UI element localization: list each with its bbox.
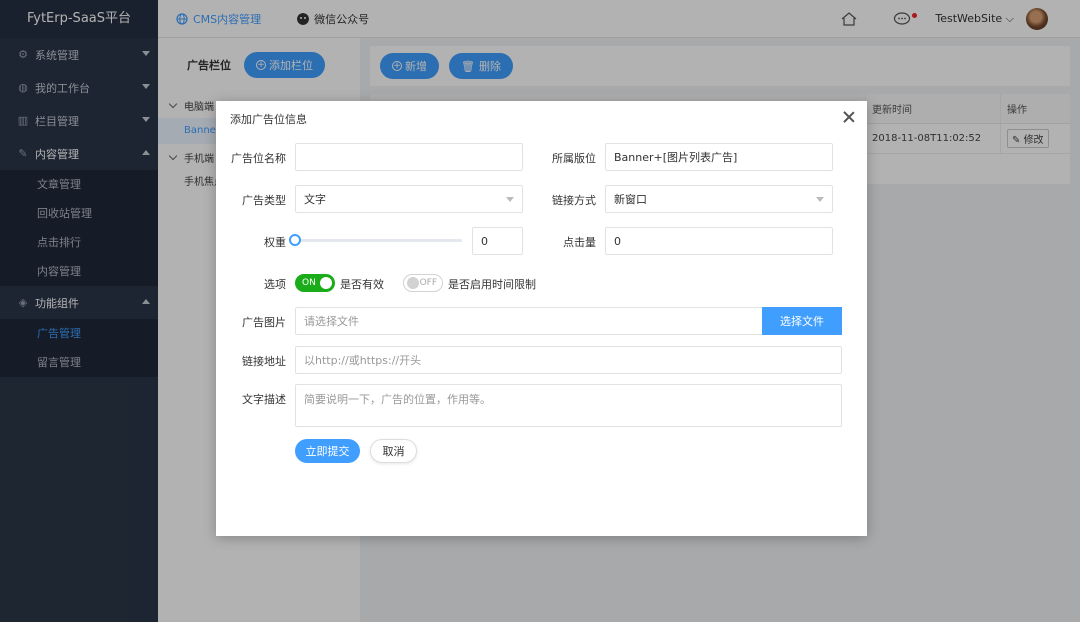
toggle-knob: [320, 277, 332, 289]
url-label: 链接地址: [242, 355, 286, 368]
select-value: 文字: [304, 193, 326, 206]
type-label: 广告类型: [242, 194, 286, 207]
add-ad-dialog: 添加广告位信息 广告位名称 所属版位 Banner+[图片列表广告] 广告类型 …: [216, 101, 867, 536]
close-icon[interactable]: [843, 111, 855, 123]
desc-label: 文字描述: [242, 393, 286, 406]
desc-textarea[interactable]: 简要说明一下，广告的位置，作用等。: [295, 384, 842, 427]
valid-toggle[interactable]: ON: [295, 274, 335, 292]
link-mode-label: 链接方式: [552, 194, 596, 207]
clicks-label: 点击量: [563, 236, 596, 249]
valid-toggle-label: 是否有效: [340, 278, 384, 291]
options-label: 选项: [264, 278, 286, 291]
clicks-input[interactable]: 0: [605, 227, 833, 255]
select-value: 新窗口: [614, 193, 647, 206]
weight-input[interactable]: 0: [472, 227, 523, 255]
toggle-knob: [407, 277, 419, 289]
time-limit-toggle-label: 是否启用时间限制: [448, 278, 536, 291]
toggle-text: OFF: [419, 278, 437, 288]
image-label: 广告图片: [242, 316, 286, 329]
weight-label: 权重: [264, 236, 286, 249]
toggle-text: ON: [302, 278, 316, 288]
chevron-down-icon: [816, 197, 824, 202]
link-mode-select[interactable]: 新窗口: [605, 185, 833, 213]
image-file-input[interactable]: 请选择文件: [295, 307, 763, 335]
choose-file-button[interactable]: 选择文件: [762, 307, 842, 335]
position-input[interactable]: Banner+[图片列表广告]: [605, 143, 833, 171]
position-label: 所属版位: [552, 152, 596, 165]
dialog-title: 添加广告位信息: [230, 113, 307, 126]
name-label: 广告位名称: [231, 152, 286, 165]
weight-slider-handle[interactable]: [289, 234, 301, 246]
name-input[interactable]: [295, 143, 523, 171]
chevron-down-icon: [506, 197, 514, 202]
weight-slider[interactable]: [295, 239, 462, 242]
submit-button[interactable]: 立即提交: [295, 439, 360, 463]
url-input[interactable]: 以http://或https://开头: [295, 346, 842, 374]
time-limit-toggle[interactable]: OFF: [403, 274, 443, 292]
cancel-button[interactable]: 取消: [370, 439, 417, 463]
type-select[interactable]: 文字: [295, 185, 523, 213]
